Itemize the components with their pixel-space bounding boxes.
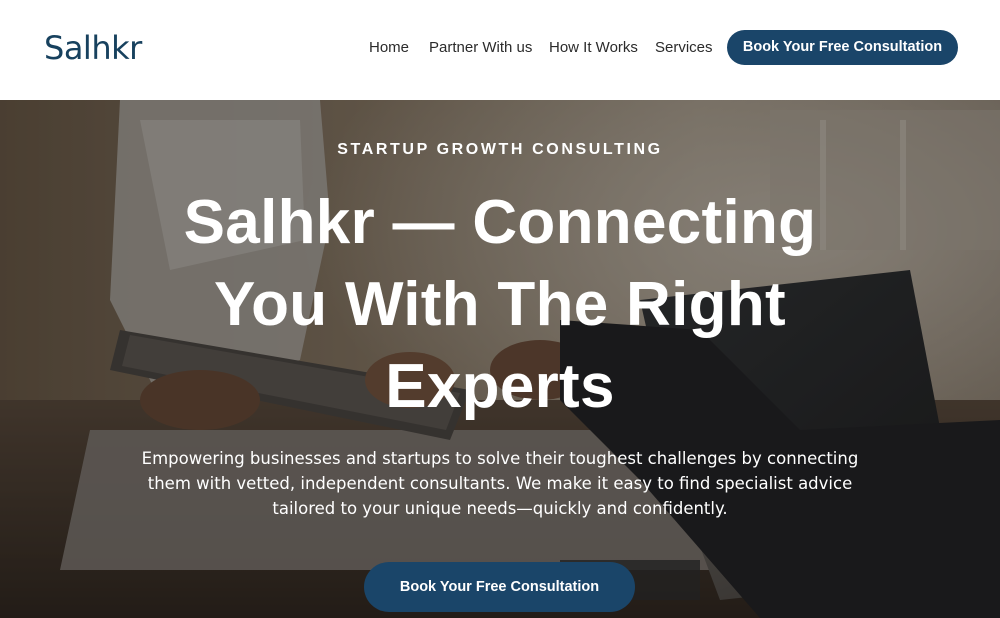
header-book-consultation-button[interactable]: Book Your Free Consultation <box>727 30 958 65</box>
nav-link-partner-with-us[interactable]: Partner With us <box>429 38 532 58</box>
nav-link-home[interactable]: Home <box>369 38 409 58</box>
salhkr-logo[interactable]: Salhkr <box>44 28 142 68</box>
site-header: Salhkr Home Partner With us How It Works… <box>0 0 1000 100</box>
hero-title: Salhkr — Connecting You With The Right E… <box>183 188 817 421</box>
nav-link-services[interactable]: Services <box>655 38 713 58</box>
hero-description: Empowering businesses and startups to so… <box>141 449 859 518</box>
nav-link-how-it-works[interactable]: How It Works <box>549 38 638 58</box>
hero-eyebrow: STARTUP GROWTH CONSULTING <box>337 141 663 158</box>
hero-section: STARTUP GROWTH CONSULTING Salhkr — Conne… <box>0 100 1000 618</box>
hero-book-consultation-button[interactable]: Book Your Free Consultation <box>364 562 635 612</box>
